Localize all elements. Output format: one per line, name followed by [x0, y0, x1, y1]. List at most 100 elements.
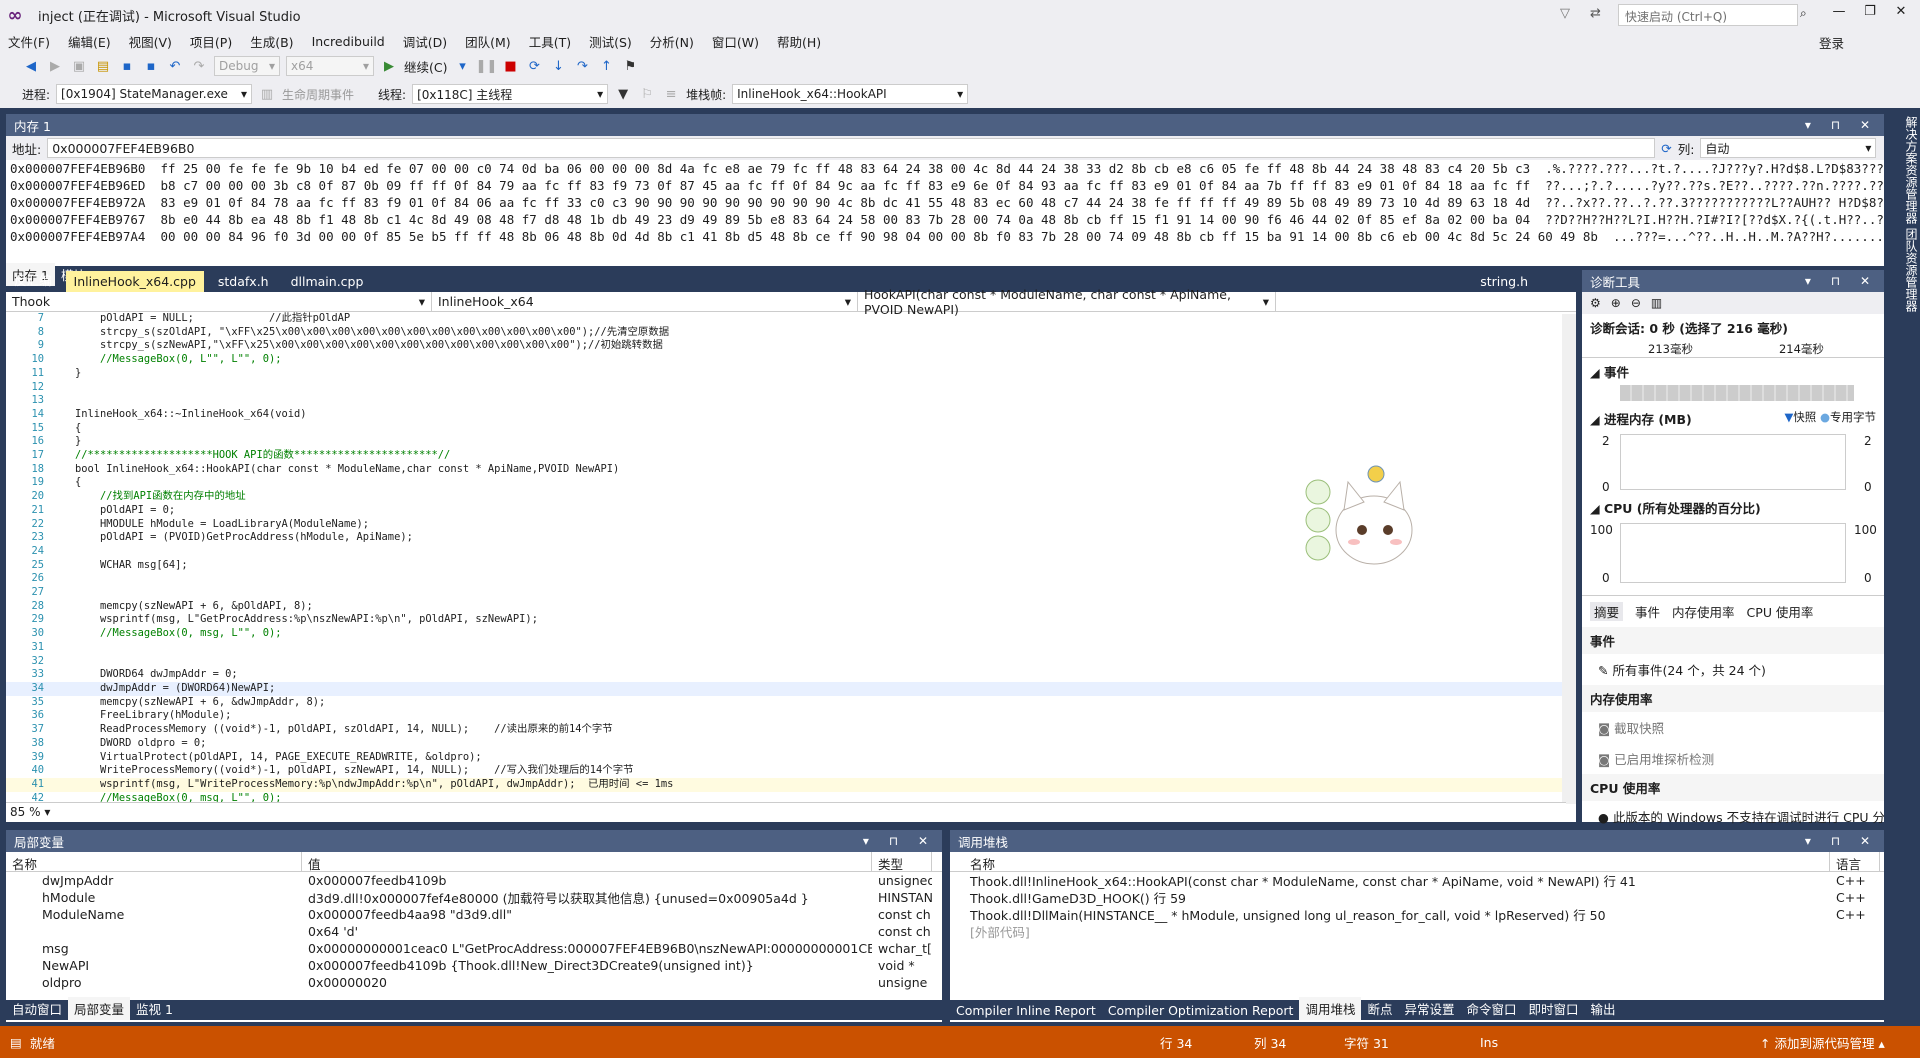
bottom-tab[interactable]: 命令窗口 — [1460, 997, 1522, 1020]
code-line[interactable]: 40 WriteProcessMemory((void*)-1, pOldAPI… — [6, 764, 1566, 778]
document-tab[interactable]: dllmain.cpp — [283, 271, 372, 292]
column-header[interactable]: 语言 — [1830, 852, 1880, 872]
thread-select[interactable]: [0x118C] 主线程 ▾ — [412, 84, 609, 104]
events-track[interactable] — [1620, 385, 1854, 401]
save-icon[interactable]: ▪ — [118, 57, 136, 75]
code-line[interactable]: 41 wsprintf(msg, L"WriteProcessMemory:%p… — [6, 777, 1566, 792]
bottom-tab[interactable]: Compiler Inline Report — [950, 1001, 1102, 1020]
save-all-icon[interactable]: ▪ — [142, 57, 160, 75]
code-line[interactable]: 31 — [6, 641, 1566, 655]
stop-icon[interactable]: ■ — [501, 57, 519, 75]
code-line[interactable]: 11 } — [6, 367, 1566, 381]
step-into-icon[interactable]: ↓ — [549, 57, 567, 75]
vertical-scrollbar[interactable] — [1562, 314, 1576, 804]
menu-item[interactable]: 调试(D) — [403, 32, 447, 51]
bottom-tab[interactable]: 断点 — [1361, 997, 1398, 1020]
zoom-out-icon[interactable]: ⊖ — [1631, 296, 1641, 310]
code-line[interactable]: 15 { — [6, 422, 1566, 436]
menu-item[interactable]: 项目(P) — [190, 32, 232, 51]
menu-item[interactable]: 团队(M) — [465, 32, 511, 51]
code-line[interactable]: 9 strcpy_s(szNewAPI,"\xFF\x25\x00\x00\x0… — [6, 339, 1566, 353]
code-line[interactable]: 42 //MessageBox(0, msg, L"", 0); — [6, 792, 1566, 802]
menu-item[interactable]: 编辑(E) — [68, 32, 111, 51]
document-tab[interactable]: stdafx.h — [210, 271, 277, 292]
code-line[interactable]: 29 wsprintf(msg, L"GetProcAddress:%p\nsz… — [6, 613, 1566, 627]
locals-row[interactable]: oldpro 0x00000020 unsigne — [6, 974, 942, 991]
diag-tab[interactable]: CPU 使用率 — [1747, 602, 1814, 621]
step-over-icon[interactable]: ↷ — [573, 57, 591, 75]
zoom-select[interactable]: 85 % ▾ — [6, 802, 1566, 822]
lifecycle-events[interactable]: 生命周期事件 — [282, 86, 372, 103]
back-icon[interactable]: ◀ — [22, 57, 40, 75]
memory-row[interactable]: 0x000007FEF4EB9767 8b e0 44 8b ea 48 8b … — [10, 211, 1884, 228]
column-header[interactable]: 名称 — [950, 852, 1830, 872]
callstack-row[interactable]: Thook.dll!GameD3D_HOOK() 行 59 C++ — [950, 889, 1884, 906]
menu-item[interactable]: 帮助(H) — [777, 32, 821, 51]
platform-select[interactable]: x64 ▾ — [286, 56, 374, 76]
pause-icon[interactable]: ❚❚ — [476, 57, 498, 75]
redo-icon[interactable]: ↷ — [190, 57, 208, 75]
panel-controls[interactable]: ▾ ⊓ ✕ — [1805, 118, 1878, 132]
diag-tab[interactable]: 摘要 — [1590, 602, 1624, 621]
code-line[interactable]: 28 memcpy(szNewAPI + 6, &pOldAPI, 8); — [6, 600, 1566, 614]
menu-item[interactable]: 分析(N) — [650, 32, 694, 51]
locals-row[interactable]: dwJmpAddr 0x000007feedb4109b unsigned — [6, 872, 942, 889]
code-line[interactable]: 38 DWORD oldpro = 0; — [6, 737, 1566, 751]
code-line[interactable]: 8 strcpy_s(szOldAPI, "\xFF\x25\x00\x00\x… — [6, 326, 1566, 340]
code-line[interactable]: 39 VirtualProtect(pOldAPI, 14, PAGE_EXEC… — [6, 751, 1566, 765]
bottom-tab[interactable]: 即时窗口 — [1523, 997, 1585, 1020]
open-icon[interactable]: ▤ — [94, 57, 112, 75]
column-header[interactable]: 名称 — [6, 852, 302, 872]
memory-row[interactable]: 0x000007FEF4EB96B0 ff 25 00 fe fe fe 9b … — [10, 160, 1884, 177]
close-button[interactable]: ✕ — [1886, 4, 1916, 26]
locals-row[interactable]: NewAPI 0x000007feedb4109b {Thook.dll!New_… — [6, 957, 942, 974]
continue-button[interactable]: 继续(C) — [404, 57, 447, 76]
menu-item[interactable]: 工具(T) — [529, 32, 571, 51]
code-line[interactable]: 14 InlineHook_x64::~InlineHook_x64(void) — [6, 408, 1566, 422]
forward-icon[interactable]: ▶ — [46, 57, 64, 75]
code-line[interactable]: 30 //MessageBox(0, msg, L"", 0); — [6, 627, 1566, 641]
zoom-in-icon[interactable]: ⊕ — [1611, 296, 1621, 310]
menu-item[interactable]: Incredibuild — [312, 34, 385, 49]
bottom-tab[interactable]: 自动窗口 — [6, 997, 68, 1020]
code-line[interactable]: 7 pOldAPI = NULL; //此指针pOldAP — [6, 312, 1566, 326]
new-project-icon[interactable]: ▣ — [70, 57, 88, 75]
callstack-row[interactable]: Thook.dll!DllMain(HINSTANCE__ * hModule,… — [950, 906, 1884, 923]
document-tab[interactable]: 反汇编 — [6, 267, 60, 292]
panel-controls[interactable]: ▾ ⊓ ✕ — [1805, 834, 1878, 848]
document-tab[interactable]: string.h — [1472, 271, 1536, 292]
code-line[interactable]: 37 ReadProcessMemory ((void*)-1, pOldAPI… — [6, 723, 1566, 737]
source-control-button[interactable]: ↑ 添加到源代码管理 ▴ — [1760, 1033, 1885, 1052]
code-line[interactable]: 35 memcpy(szNewAPI + 6, &dwJmpAddr, 8); — [6, 696, 1566, 710]
code-line[interactable]: 16 } — [6, 435, 1566, 449]
heap-profiling-toggle[interactable]: ◙ 已启用堆探析检测 — [1582, 743, 1884, 774]
locals-row[interactable]: msg 0x00000000001ceac0 L"GetProcAddress:0… — [6, 940, 942, 957]
maximize-button[interactable]: ❐ — [1855, 4, 1885, 26]
memory-row[interactable]: 0x000007FEF4EB972A 83 e9 01 0f 84 78 aa … — [10, 194, 1884, 211]
all-events-link[interactable]: ✎ 所有事件(24 个，共 24 个) — [1582, 654, 1884, 685]
step-out-icon[interactable]: ↑ — [597, 57, 615, 75]
memory-graph[interactable]: 2 0 2 0 — [1582, 432, 1884, 494]
class-dropdown[interactable]: InlineHook_x64 ▾ — [432, 292, 858, 311]
code-line[interactable]: 32 — [6, 655, 1566, 669]
dropdown-icon[interactable]: ▾ — [453, 57, 471, 75]
diag-tab[interactable]: 事件 — [1635, 602, 1660, 621]
undo-icon[interactable]: ↶ — [166, 57, 184, 75]
code-line[interactable]: 34 dwJmpAddr = (DWORD64)NewAPI; — [6, 681, 1566, 696]
refresh-icon[interactable]: ⟳ — [1661, 141, 1671, 156]
bottom-tab[interactable]: 调用堆栈 — [1299, 997, 1362, 1020]
panel-controls[interactable]: ▾ ⊓ ✕ — [1805, 274, 1878, 288]
callstack-row[interactable]: [外部代码] — [950, 923, 1884, 940]
process-select[interactable]: [0x1904] StateManager.exe ▾ — [56, 84, 253, 104]
locals-row[interactable]: 0x64 'd' const ch — [6, 923, 942, 940]
bookmark-icon[interactable]: ⚑ — [621, 57, 639, 75]
side-tool-tabs[interactable]: 解决方案资源管理器 团队资源管理器 — [1888, 108, 1920, 1026]
menu-item[interactable]: 窗口(W) — [712, 32, 759, 51]
quick-launch-input[interactable]: 快速启动 (Ctrl+Q) — [1618, 4, 1798, 26]
feedback-icon[interactable]: ⇄ — [1590, 6, 1601, 21]
menu-item[interactable]: 生成(B) — [250, 32, 293, 51]
minimize-button[interactable]: — — [1824, 4, 1854, 26]
bottom-tab[interactable]: 异常设置 — [1398, 997, 1460, 1020]
bottom-tab[interactable]: Compiler Optimization Report — [1102, 1001, 1300, 1020]
flag-thread-icon[interactable]: ⚐ — [638, 85, 656, 103]
